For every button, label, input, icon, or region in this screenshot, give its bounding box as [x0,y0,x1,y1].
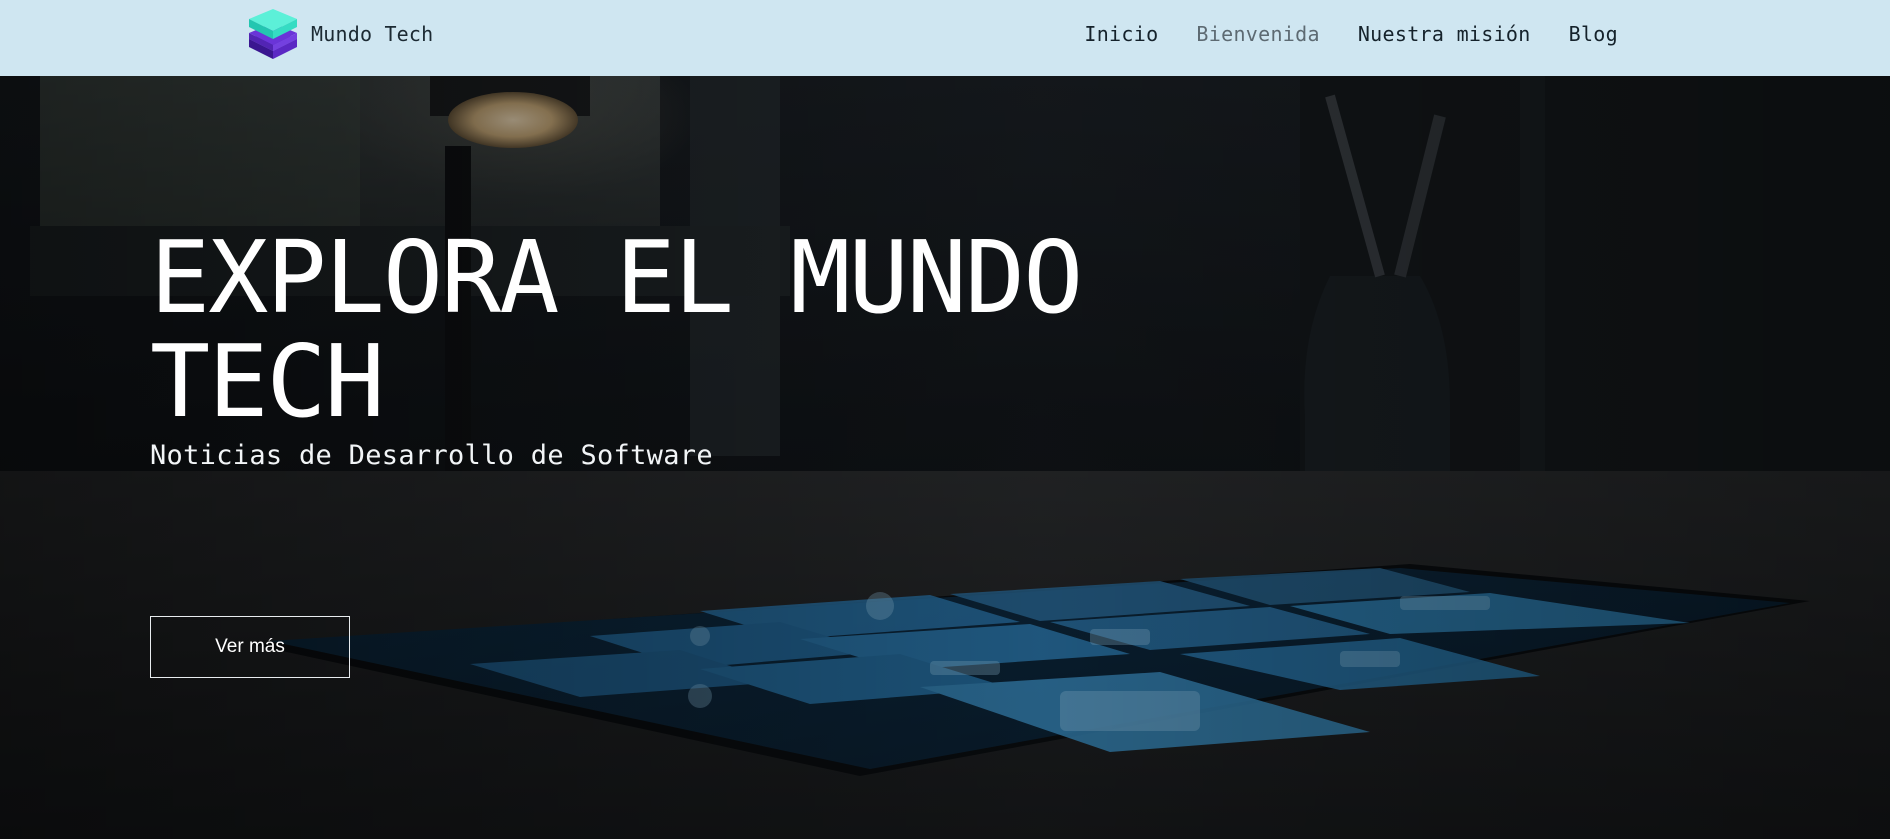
main-nav: Inicio Bienvenida Nuestra misión Blog [1084,0,1618,68]
hero-section: EXPLORA EL MUNDO TECH Noticias de Desarr… [0,76,1890,839]
hero-content: EXPLORA EL MUNDO TECH Noticias de Desarr… [150,219,1110,678]
nav-link-blog[interactable]: Blog [1569,22,1618,46]
nav-link-nuestra-mision[interactable]: Nuestra misión [1358,22,1531,46]
brand-name: Mundo Tech [311,22,434,46]
layered-cube-icon [249,9,297,59]
hero-subtitle: Noticias de Desarrollo de Software [150,440,713,471]
top-navbar: Mundo Tech Inicio Bienvenida Nuestra mis… [0,0,1890,76]
brand-link[interactable]: Mundo Tech [247,7,433,61]
nav-link-bienvenida[interactable]: Bienvenida [1196,22,1319,46]
hero-title: EXPLORA EL MUNDO TECH [150,219,1083,440]
ver-mas-button[interactable]: Ver más [150,616,350,678]
nav-link-inicio[interactable]: Inicio [1084,22,1158,46]
